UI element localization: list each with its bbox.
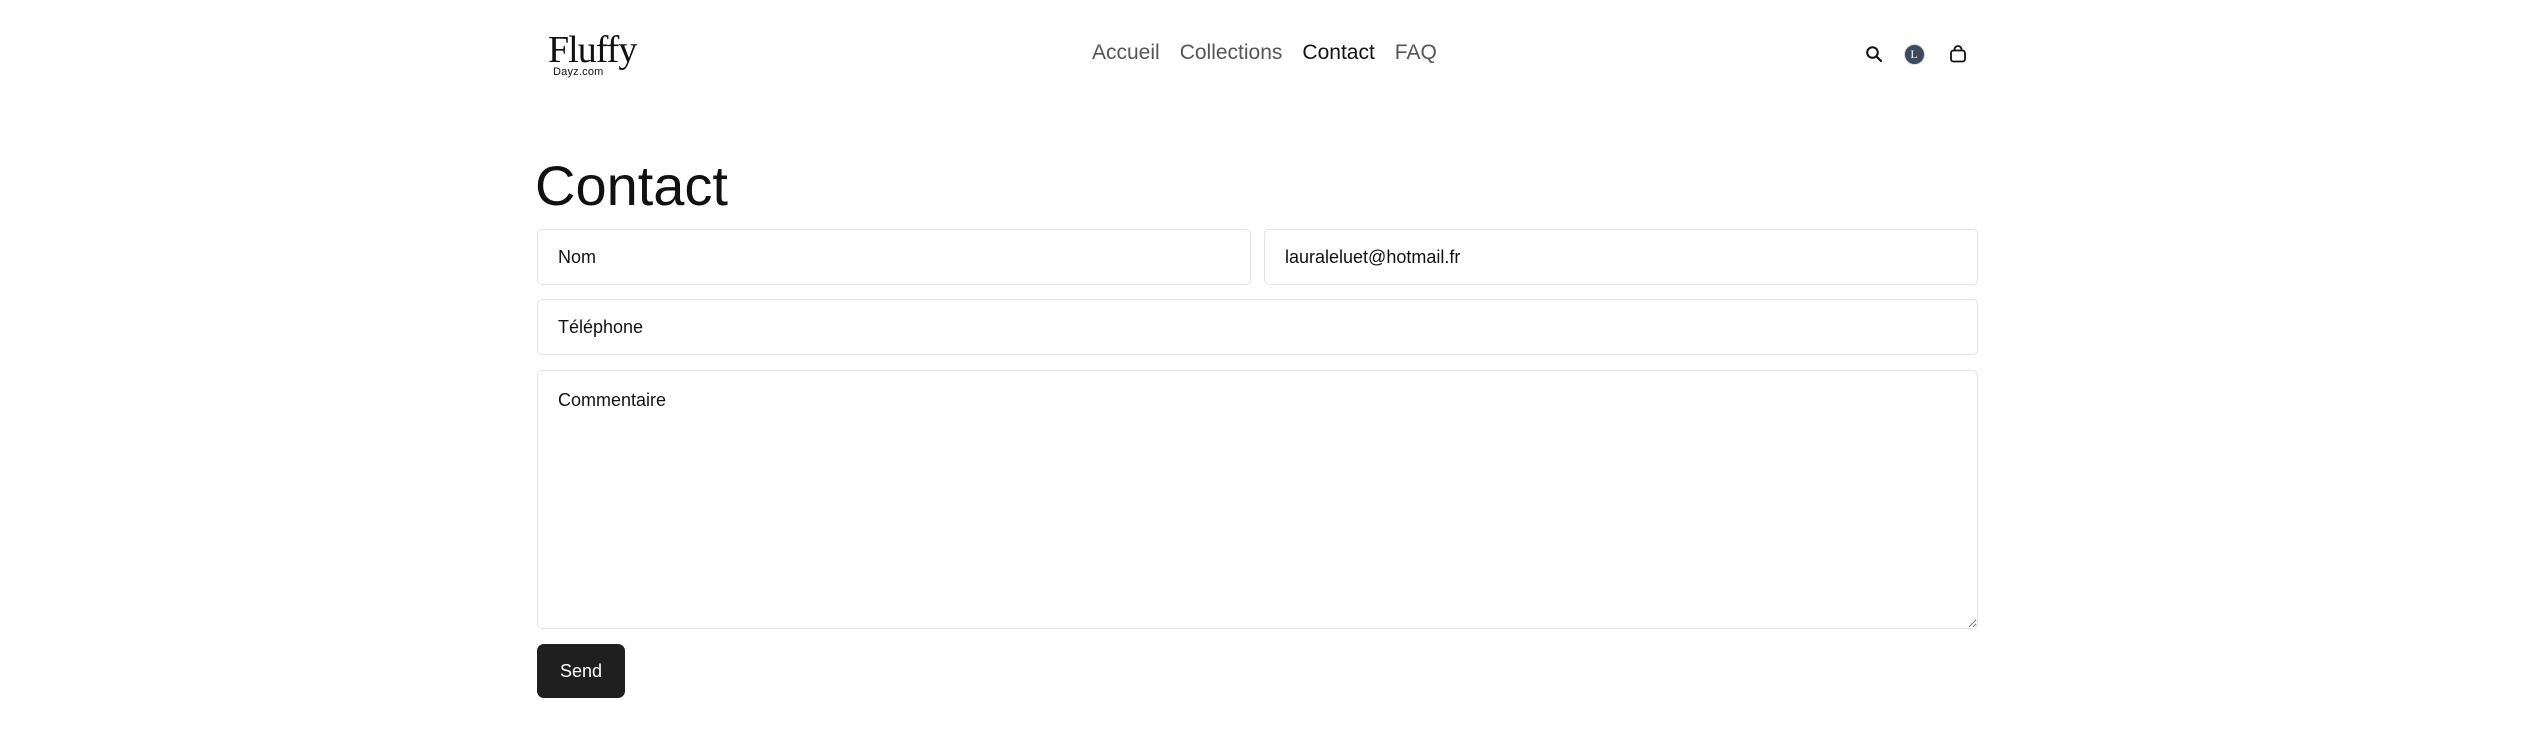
nav-link-collections[interactable]: Collections	[1180, 41, 1283, 65]
header-icons: L	[1860, 40, 1972, 68]
site-header: Fluffy Dayz.com Accueil Collections Cont…	[0, 0, 2527, 108]
main-nav: Accueil Collections Contact FAQ	[1092, 38, 1437, 68]
shopping-bag-icon	[1950, 45, 1966, 63]
nav-link-contact[interactable]: Contact	[1302, 41, 1374, 65]
site-logo[interactable]: Fluffy Dayz.com	[548, 30, 637, 80]
nav-link-faq[interactable]: FAQ	[1395, 41, 1437, 65]
search-button[interactable]	[1860, 40, 1888, 68]
search-icon	[1866, 46, 1883, 63]
account-icon: L	[1903, 43, 1925, 65]
nav-link-accueil[interactable]: Accueil	[1092, 41, 1160, 65]
account-button[interactable]: L	[1900, 40, 1928, 68]
email-field[interactable]	[1264, 229, 1978, 285]
name-field[interactable]	[537, 229, 1251, 285]
send-button[interactable]: Send	[537, 644, 625, 698]
comment-field[interactable]	[537, 370, 1978, 629]
cart-button[interactable]	[1944, 40, 1972, 68]
page-title: Contact	[535, 154, 728, 217]
phone-field[interactable]	[537, 299, 1978, 355]
logo-sub-text: Dayz.com	[553, 66, 604, 78]
logo-main-text: Fluffy	[548, 29, 637, 71]
